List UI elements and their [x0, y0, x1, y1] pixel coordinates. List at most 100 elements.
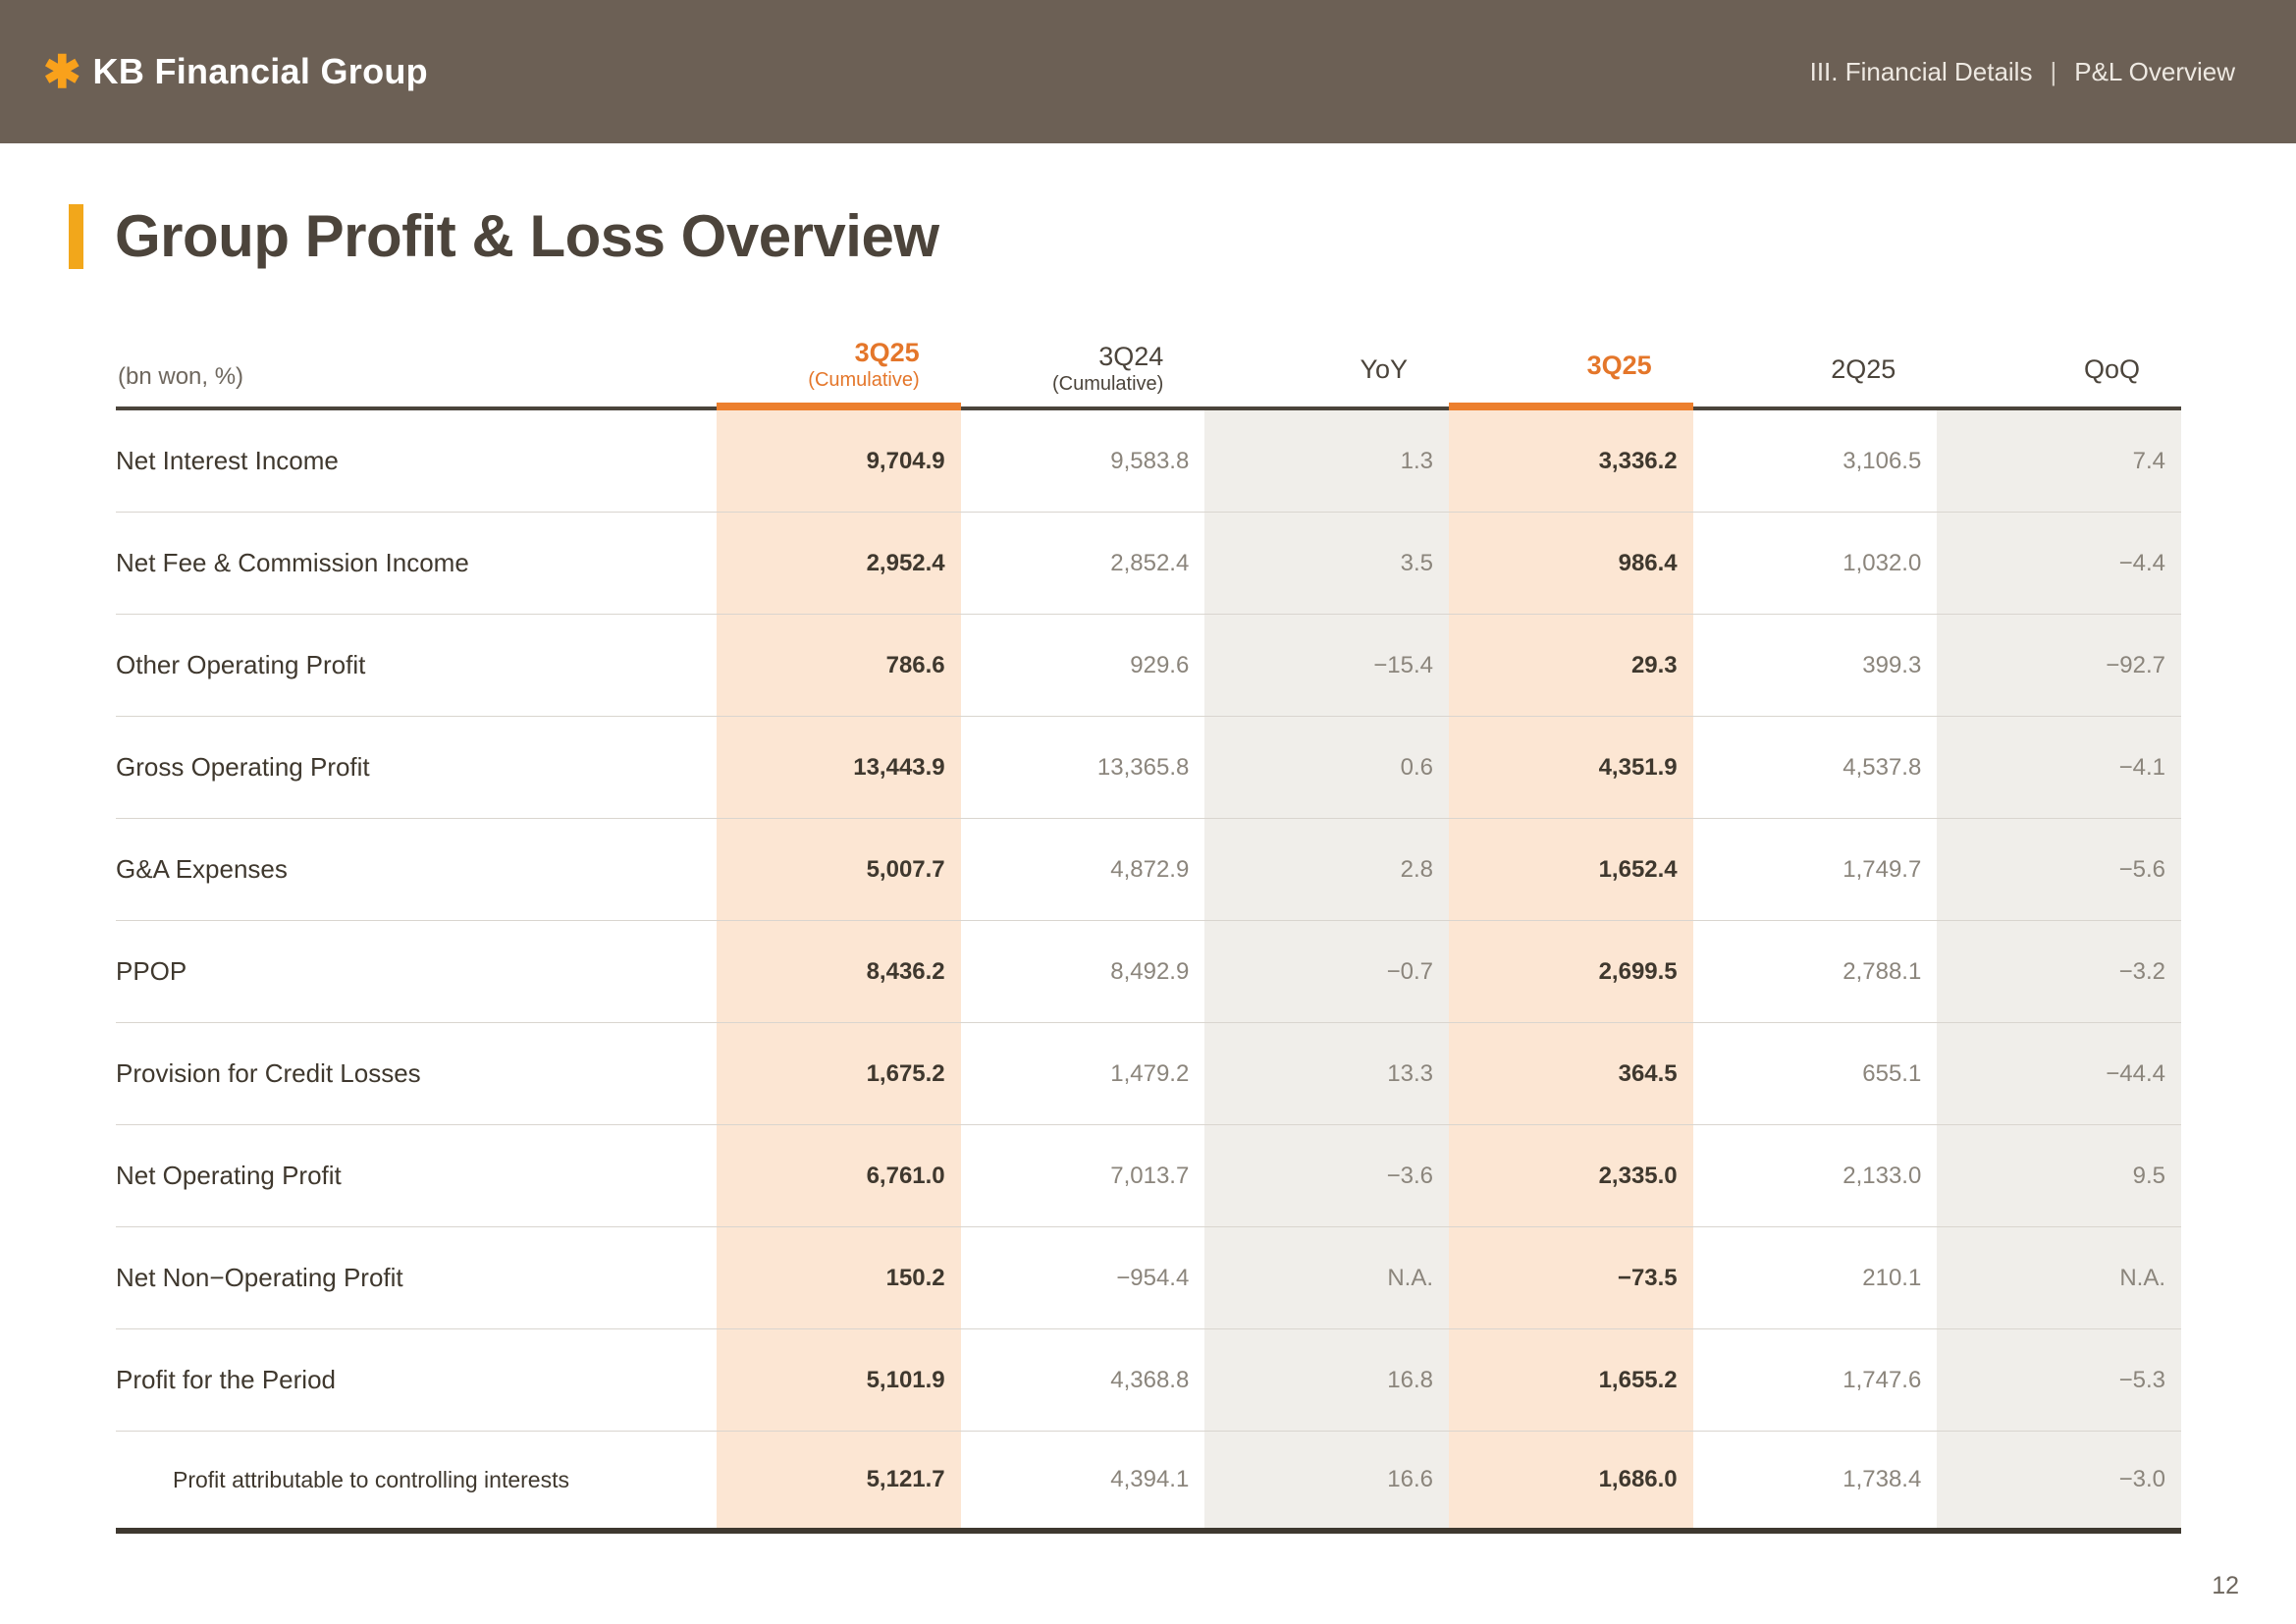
- value-cell: 4,368.8: [961, 1329, 1205, 1431]
- title-row: Group Profit & Loss Overview: [69, 202, 939, 270]
- value-cell: 1,686.0: [1449, 1432, 1693, 1528]
- value-cell: 5,101.9: [717, 1329, 961, 1431]
- value-cell: 150.2: [717, 1227, 961, 1328]
- value-cell: −73.5: [1449, 1227, 1693, 1328]
- value-cell: 16.8: [1204, 1329, 1449, 1431]
- value-cell: −0.7: [1204, 921, 1449, 1022]
- table-row: Profit attributable to controlling inter…: [116, 1432, 2181, 1534]
- col-header-label: 3Q24: [1098, 342, 1163, 372]
- col-header-label: 3Q25: [855, 338, 920, 368]
- breadcrumb-separator: |: [2050, 57, 2056, 87]
- table-row: Gross Operating Profit13,443.913,365.80.…: [116, 717, 2181, 819]
- value-cell: 4,872.9: [961, 819, 1205, 920]
- table-row: Net Non−Operating Profit150.2−954.4N.A.−…: [116, 1227, 2181, 1329]
- col-header-3q25-cumulative: 3Q25 (Cumulative): [717, 332, 961, 410]
- value-cell: 1,747.6: [1693, 1329, 1938, 1431]
- value-cell: 3.5: [1204, 513, 1449, 614]
- value-cell: 1,479.2: [961, 1023, 1205, 1124]
- value-cell: N.A.: [1204, 1227, 1449, 1328]
- value-cell: 655.1: [1693, 1023, 1938, 1124]
- row-label: Profit for the Period: [116, 1329, 717, 1431]
- value-cell: N.A.: [1937, 1227, 2181, 1328]
- table-row: Net Fee & Commission Income2,952.42,852.…: [116, 513, 2181, 615]
- row-label: Other Operating Profit: [116, 615, 717, 716]
- table-unit-cell: (bn won, %): [116, 332, 717, 410]
- value-cell: 1.3: [1204, 410, 1449, 512]
- value-cell: 2.8: [1204, 819, 1449, 920]
- table-row: Profit for the Period5,101.94,368.816.81…: [116, 1329, 2181, 1432]
- value-cell: 1,675.2: [717, 1023, 961, 1124]
- table-header-row: (bn won, %) 3Q25 (Cumulative) 3Q24 (Cumu…: [116, 332, 2181, 410]
- col-header-3q24-cumulative: 3Q24 (Cumulative): [961, 332, 1205, 410]
- value-cell: 929.6: [961, 615, 1205, 716]
- value-cell: −4.4: [1937, 513, 2181, 614]
- value-cell: 399.3: [1693, 615, 1938, 716]
- value-cell: 2,133.0: [1693, 1125, 1938, 1226]
- value-cell: 1,655.2: [1449, 1329, 1693, 1431]
- value-cell: 13,443.9: [717, 717, 961, 818]
- value-cell: 9,583.8: [961, 410, 1205, 512]
- value-cell: 1,749.7: [1693, 819, 1938, 920]
- slide: ✱ KB Financial Group III. Financial Deta…: [0, 0, 2296, 1624]
- value-cell: 8,492.9: [961, 921, 1205, 1022]
- value-cell: −4.1: [1937, 717, 2181, 818]
- row-label: Net Fee & Commission Income: [116, 513, 717, 614]
- profit-loss-table: (bn won, %) 3Q25 (Cumulative) 3Q24 (Cumu…: [116, 332, 2181, 1534]
- col-header-sublabel: (Cumulative): [1052, 372, 1163, 397]
- value-cell: 13.3: [1204, 1023, 1449, 1124]
- table-row: Provision for Credit Losses1,675.21,479.…: [116, 1023, 2181, 1125]
- value-cell: 29.3: [1449, 615, 1693, 716]
- page-title: Group Profit & Loss Overview: [115, 202, 939, 270]
- col-header-label: 3Q25: [1587, 351, 1652, 381]
- value-cell: 1,652.4: [1449, 819, 1693, 920]
- col-header-sublabel: (Cumulative): [808, 368, 919, 393]
- col-header-qoq: QoQ: [1937, 332, 2181, 410]
- kb-star-icon: ✱: [43, 49, 81, 94]
- page-number: 12: [2212, 1572, 2239, 1600]
- table-row: Net Operating Profit6,761.07,013.7−3.62,…: [116, 1125, 2181, 1227]
- table-row: G&A Expenses5,007.74,872.92.81,652.41,74…: [116, 819, 2181, 921]
- breadcrumb-section: III. Financial Details: [1810, 57, 2033, 87]
- value-cell: −3.2: [1937, 921, 2181, 1022]
- value-cell: 9.5: [1937, 1125, 2181, 1226]
- row-label: Profit attributable to controlling inter…: [116, 1432, 717, 1528]
- value-cell: 5,121.7: [717, 1432, 961, 1528]
- value-cell: 2,699.5: [1449, 921, 1693, 1022]
- kb-logo: ✱ KB Financial Group: [43, 49, 428, 94]
- value-cell: 3,336.2: [1449, 410, 1693, 512]
- kb-logo-text: KB Financial Group: [93, 51, 428, 92]
- value-cell: 364.5: [1449, 1023, 1693, 1124]
- value-cell: 7.4: [1937, 410, 2181, 512]
- row-label: Gross Operating Profit: [116, 717, 717, 818]
- row-label: Net Interest Income: [116, 410, 717, 512]
- top-header-bar: ✱ KB Financial Group III. Financial Deta…: [0, 0, 2296, 143]
- row-label: Net Operating Profit: [116, 1125, 717, 1226]
- value-cell: 2,852.4: [961, 513, 1205, 614]
- value-cell: −5.6: [1937, 819, 2181, 920]
- breadcrumb: III. Financial Details | P&L Overview: [1810, 57, 2235, 87]
- value-cell: 3,106.5: [1693, 410, 1938, 512]
- value-cell: 4,394.1: [961, 1432, 1205, 1528]
- value-cell: −44.4: [1937, 1023, 2181, 1124]
- row-label: PPOP: [116, 921, 717, 1022]
- value-cell: 5,007.7: [717, 819, 961, 920]
- col-header-label: 2Q25: [1831, 354, 1896, 385]
- col-header-yoy: YoY: [1204, 332, 1449, 410]
- title-accent-bar: [69, 204, 83, 269]
- value-cell: −954.4: [961, 1227, 1205, 1328]
- value-cell: 2,788.1: [1693, 921, 1938, 1022]
- row-label: G&A Expenses: [116, 819, 717, 920]
- value-cell: 6,761.0: [717, 1125, 961, 1226]
- value-cell: 786.6: [717, 615, 961, 716]
- value-cell: 7,013.7: [961, 1125, 1205, 1226]
- value-cell: 2,952.4: [717, 513, 961, 614]
- value-cell: 13,365.8: [961, 717, 1205, 818]
- unit-label: (bn won, %): [118, 363, 243, 397]
- table-row: PPOP8,436.28,492.9−0.72,699.52,788.1−3.2: [116, 921, 2181, 1023]
- value-cell: 8,436.2: [717, 921, 961, 1022]
- value-cell: 0.6: [1204, 717, 1449, 818]
- value-cell: −15.4: [1204, 615, 1449, 716]
- value-cell: −5.3: [1937, 1329, 2181, 1431]
- value-cell: 4,351.9: [1449, 717, 1693, 818]
- row-label: Provision for Credit Losses: [116, 1023, 717, 1124]
